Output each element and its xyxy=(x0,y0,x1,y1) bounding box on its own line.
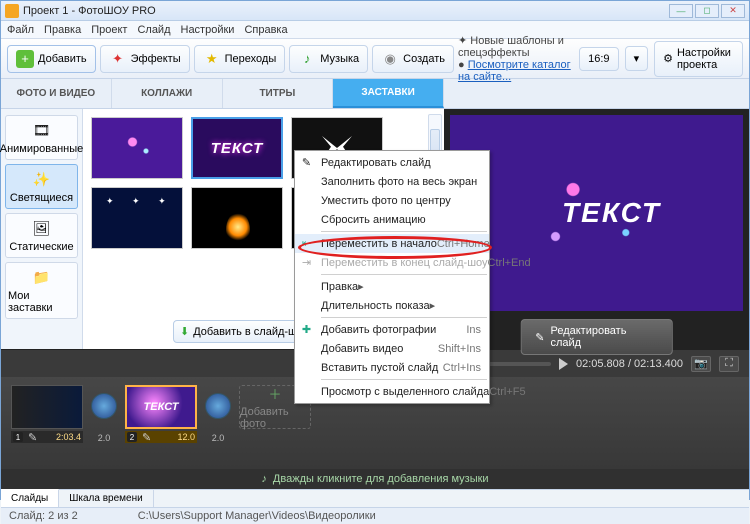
star-icon: ★ xyxy=(203,50,221,68)
app-icon xyxy=(5,4,19,18)
promo-banner: ✦ Новые шаблоны и спецэффекты ● Посмотри… xyxy=(458,35,573,83)
ctx-duration-submenu[interactable]: Длительность показа xyxy=(295,296,489,315)
maximize-button[interactable]: ◻ xyxy=(695,4,719,18)
ctx-edit-submenu[interactable]: Правка xyxy=(295,277,489,296)
close-button[interactable]: ✕ xyxy=(721,4,745,18)
timeline-slide-2[interactable]: ТЕКСТ 2✎12.0 xyxy=(125,385,197,443)
ctx-insert-blank[interactable]: Вставить пустой слайдCtrl+Ins xyxy=(295,358,489,377)
tab-photo-video[interactable]: ФОТО И ВИДЕО xyxy=(1,79,112,108)
project-settings-button[interactable]: ⚙Настройки проекта xyxy=(654,41,743,77)
tab-collages[interactable]: КОЛЛАЖИ xyxy=(112,79,223,108)
menu-edit[interactable]: Правка xyxy=(44,21,81,38)
play-button[interactable] xyxy=(559,358,568,370)
tab-timeline-view[interactable]: Шкала времени xyxy=(59,490,153,507)
timeline-view-tabs: Слайды Шкала времени xyxy=(1,489,749,507)
tab-slides-view[interactable]: Слайды xyxy=(1,489,59,507)
glow-icon: ✨ xyxy=(30,169,54,189)
status-slide-pos: Слайд: 2 из 2 xyxy=(9,510,78,522)
plus-icon: + xyxy=(16,50,34,68)
preview-canvas: ТЕКСТ xyxy=(450,115,743,311)
main-toolbar: +Добавить ✦Эффекты ★Переходы ♪Музыка ◉Со… xyxy=(1,39,749,79)
music-icon: ♪ xyxy=(298,50,316,68)
menu-help[interactable]: Справка xyxy=(244,21,287,38)
timeline-transition-1[interactable]: 2.0 xyxy=(91,385,117,443)
create-button[interactable]: ◉Создать xyxy=(372,45,454,73)
ctx-move-to-end: ⇥Переместить в конец слайд-шоуCtrl+End xyxy=(295,253,489,272)
ctx-reset-animation[interactable]: Сбросить анимацию xyxy=(295,210,489,229)
cat-static[interactable]: 🖼Статические xyxy=(5,213,78,258)
ctx-add-photos[interactable]: ✚Добавить фотографииIns xyxy=(295,320,489,339)
preview-text: ТЕКСТ xyxy=(562,197,661,229)
my-icon: 📁 xyxy=(30,267,54,287)
snapshot-button[interactable]: 📷 xyxy=(691,356,711,372)
menu-project[interactable]: Проект xyxy=(91,21,127,38)
add-button[interactable]: +Добавить xyxy=(7,45,96,73)
edit-slide-button[interactable]: ✎Редактировать слайд xyxy=(520,319,673,355)
effects-button[interactable]: ✦Эффекты xyxy=(100,45,190,73)
arrow-start-icon: ⇤ xyxy=(299,236,314,251)
wand-icon: ✦ xyxy=(109,50,127,68)
menu-slide[interactable]: Слайд xyxy=(137,21,170,38)
cat-my-splash[interactable]: 📁Мои заставки xyxy=(5,262,78,319)
context-menu: ✎Редактировать слайд Заполнить фото на в… xyxy=(294,150,490,404)
template-thumb-selected[interactable]: ТЕКСТ xyxy=(191,117,283,179)
menu-settings[interactable]: Настройки xyxy=(181,21,235,38)
ctx-edit-slide[interactable]: ✎Редактировать слайд xyxy=(295,153,489,172)
animated-icon: 🎞 xyxy=(30,120,54,140)
titlebar: Проект 1 - ФотоШОУ PRO — ◻ ✕ xyxy=(1,1,749,21)
plus-icon: ＋ xyxy=(268,384,281,403)
cat-animated[interactable]: 🎞Анимированные xyxy=(5,115,78,160)
template-thumb[interactable] xyxy=(91,117,183,179)
ctx-move-to-start[interactable]: ⇤Переместить в началоCtrl+Home xyxy=(295,234,489,253)
ctx-preview-from[interactable]: Просмотр с выделенного слайдаCtrl+F5 xyxy=(295,382,489,401)
timeline-slide-1[interactable]: 1✎2:03.4 xyxy=(11,385,83,443)
pencil-icon: ✎ xyxy=(142,431,151,444)
template-tabs: ФОТО И ВИДЕО КОЛЛАЖИ ТИТРЫ ЗАСТАВКИ xyxy=(1,79,749,109)
tab-splash[interactable]: ЗАСТАВКИ xyxy=(333,79,444,108)
music-icon: ♪ xyxy=(261,473,267,485)
static-icon: 🖼 xyxy=(30,218,54,238)
template-thumb[interactable] xyxy=(191,187,283,249)
window-title: Проект 1 - ФотоШОУ PRO xyxy=(23,5,667,17)
gear-disc-icon: ◉ xyxy=(381,50,399,68)
time-display: 02:05.808 / 02:13.400 xyxy=(576,358,683,370)
music-track-hint[interactable]: ♪Дважды кликните для добавления музыки xyxy=(1,469,749,489)
arrow-end-icon: ⇥ xyxy=(299,255,314,270)
cat-glowing[interactable]: ✨Светящиеся xyxy=(5,164,78,209)
ctx-fill-screen[interactable]: Заполнить фото на весь экран xyxy=(295,172,489,191)
tab-titles[interactable]: ТИТРЫ xyxy=(223,79,334,108)
ctx-add-video[interactable]: Добавить видеоShift+Ins xyxy=(295,339,489,358)
aspect-dropdown[interactable]: ▾ xyxy=(625,46,649,71)
ctx-center-photo[interactable]: Уместить фото по центру xyxy=(295,191,489,210)
transitions-button[interactable]: ★Переходы xyxy=(194,45,286,73)
music-button[interactable]: ♪Музыка xyxy=(289,45,368,73)
template-thumb[interactable] xyxy=(91,187,183,249)
aspect-ratio-button[interactable]: 16:9 xyxy=(579,47,618,71)
minimize-button[interactable]: — xyxy=(669,4,693,18)
pencil-icon: ✎ xyxy=(28,431,37,444)
status-bar: Слайд: 2 из 2 C:\Users\Support Manager\V… xyxy=(1,507,749,524)
category-sidebar: 🎞Анимированные ✨Светящиеся 🖼Статические … xyxy=(1,109,83,349)
download-icon: ⬇ xyxy=(180,325,189,338)
pencil-icon: ✎ xyxy=(299,155,314,170)
gear-icon: ⚙ xyxy=(663,52,673,65)
fullscreen-button[interactable]: ⛶ xyxy=(719,356,739,372)
timeline-transition-2[interactable]: 2.0 xyxy=(205,385,231,443)
status-path: C:\Users\Support Manager\Videos\Видеорол… xyxy=(138,510,376,522)
thumb-text: ТЕКСТ xyxy=(211,140,264,157)
pencil-icon: ✎ xyxy=(535,331,544,344)
menu-file[interactable]: Файл xyxy=(7,21,34,38)
add-photo-icon: ✚ xyxy=(299,322,314,337)
